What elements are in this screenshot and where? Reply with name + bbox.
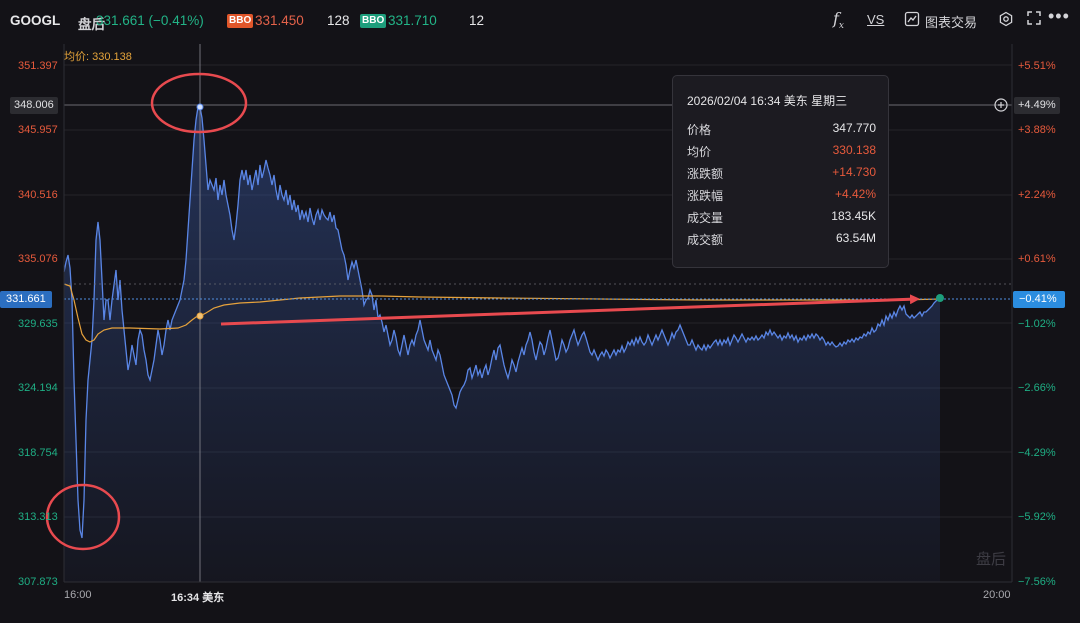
tooltip-row: 涨跌额 +14.730 (687, 165, 876, 181)
right-axis-label: −5.92% (1018, 511, 1056, 523)
left-axis-label: 351.397 (18, 60, 58, 72)
average-price-legend: 均价: 330.138 (64, 51, 132, 63)
tooltip-key: 均价 (687, 145, 712, 159)
left-axis-label: 324.194 (18, 382, 58, 394)
tooltip-value: 63.54M (835, 231, 876, 245)
tooltip-row: 成交额 63.54M (687, 231, 876, 247)
tooltip-key: 涨跌幅 (687, 189, 724, 203)
tooltip-row: 均价 330.138 (687, 143, 876, 159)
right-axis-label: +0.61% (1018, 253, 1056, 265)
right-axis-label: −2.66% (1018, 382, 1056, 394)
right-axis-label: +5.51% (1018, 60, 1056, 72)
price-chart[interactable] (0, 0, 1080, 623)
right-axis-label: −1.02% (1018, 318, 1056, 330)
tooltip-row: 价格 347.770 (687, 121, 876, 137)
hover-price-dot (196, 103, 204, 111)
right-axis-label: −4.29% (1018, 447, 1056, 459)
latest-price-dot (936, 294, 944, 302)
session-watermark: 盘后 (976, 551, 1007, 568)
hover-average-dot (196, 312, 204, 320)
left-axis-label: 340.516 (18, 189, 58, 201)
hover-price-tag: 348.006 (10, 97, 58, 114)
left-axis-label: 307.873 (18, 576, 58, 588)
x-axis-end-label: 20:00 (983, 589, 1011, 601)
tooltip-value: +14.730 (832, 165, 876, 179)
left-axis-label: 318.754 (18, 447, 58, 459)
tooltip-value: +4.42% (834, 187, 876, 201)
right-axis-label: −7.56% (1018, 576, 1056, 588)
hover-percent-tag: +4.49% (1014, 97, 1060, 114)
current-percent-tag: −0.41% (1013, 291, 1065, 308)
current-price-tag: 331.661 (0, 291, 52, 308)
tooltip-row: 涨跌幅 +4.42% (687, 187, 876, 203)
x-axis-start-label: 16:00 (64, 589, 92, 601)
tooltip-value: 347.770 (832, 121, 876, 135)
chart-screen: GOOGL 盘后 331.661 (−0.41%) BBO 331.450 12… (0, 0, 1080, 623)
left-axis-label: 313.313 (18, 511, 58, 523)
tooltip-key: 成交量 (687, 211, 724, 225)
tooltip-value: 330.138 (832, 143, 876, 157)
tooltip-key: 涨跌额 (687, 167, 724, 181)
left-axis-label: 335.076 (18, 253, 58, 265)
tooltip-value: 183.45K (831, 209, 876, 223)
x-axis-hover-label: 16:34 美东 (171, 592, 225, 604)
tooltip-key: 价格 (687, 123, 712, 137)
tooltip-title: 2026/02/04 16:34 美东 星期三 (687, 94, 848, 108)
tooltip-key: 成交额 (687, 233, 724, 247)
left-axis-label: 345.957 (18, 124, 58, 136)
tooltip-row: 成交量 183.45K (687, 209, 876, 225)
hover-tooltip: 2026/02/04 16:34 美东 星期三 价格 347.770 均价 330.1… (672, 75, 889, 268)
right-axis-label: +3.88% (1018, 124, 1056, 136)
left-axis-label: 329.635 (18, 318, 58, 330)
right-axis-label: +2.24% (1018, 189, 1056, 201)
